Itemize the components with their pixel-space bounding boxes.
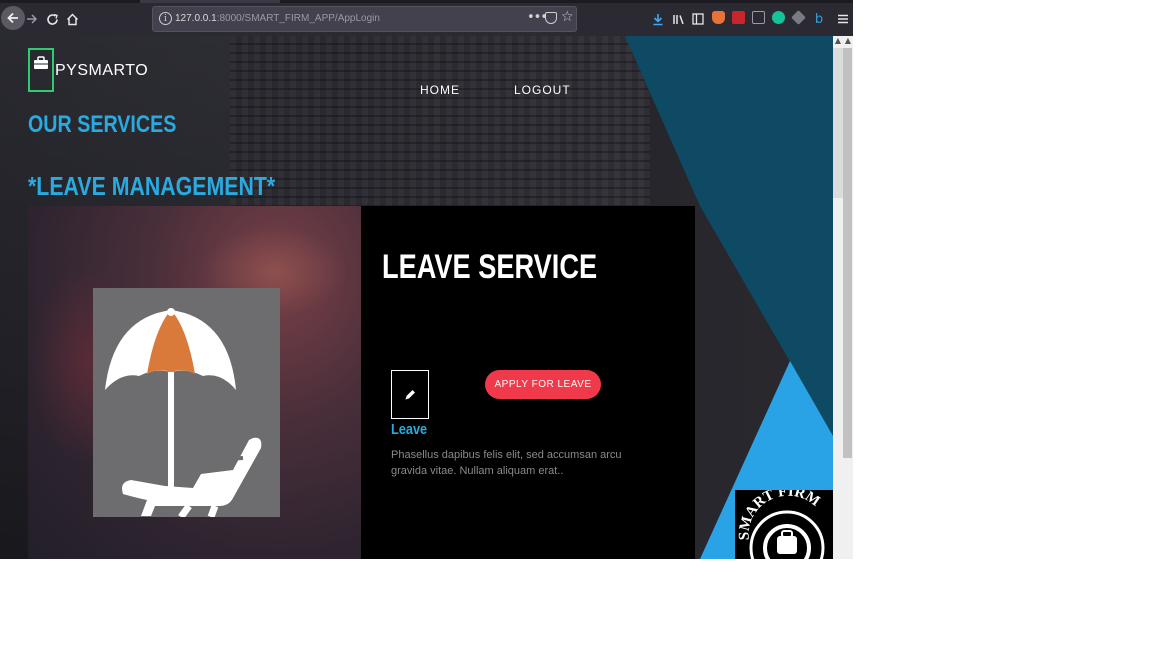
browser-window: i 127.0.0.1:8000/SMART_FIRM_APP/AppLogin… <box>0 0 853 559</box>
smart-firm-logo-text: SMART FIRM <box>737 490 823 540</box>
address-bar[interactable]: i 127.0.0.1:8000/SMART_FIRM_APP/AppLogin… <box>152 6 577 32</box>
extension-shield-icon[interactable] <box>712 11 725 24</box>
vertical-scrollbar[interactable]: ▲ ▲ <box>833 36 853 559</box>
pencil-icon <box>391 370 429 419</box>
tab-strip <box>0 0 853 3</box>
scrollbar-thumb[interactable] <box>843 48 852 458</box>
extension-diamond-icon[interactable] <box>791 10 806 25</box>
library-icon[interactable] <box>667 8 689 30</box>
nav-home-link[interactable]: HOME <box>420 83 460 97</box>
leave-item-description: Phasellus dapibus felis elit, sed accums… <box>391 449 622 477</box>
service-image-panel <box>28 206 361 559</box>
reload-icon[interactable] <box>41 8 63 30</box>
service-card-title: LEAVE SERVICE <box>382 248 598 286</box>
leave-service-card: LEAVE SERVICE APPLY FOR LEAVE Leave Phas… <box>361 206 695 559</box>
apply-for-leave-button[interactable]: APPLY FOR LEAVE <box>485 370 601 399</box>
leave-item-label: Leave <box>391 421 428 438</box>
briefcase-icon <box>28 48 54 92</box>
site-logo[interactable]: PYSMARTO <box>28 48 148 92</box>
extension-abp-icon[interactable] <box>732 11 745 24</box>
brand-name: PYSMARTO <box>55 62 149 79</box>
menu-icon[interactable] <box>832 8 853 30</box>
nav-logout-link[interactable]: LOGOUT <box>514 83 571 97</box>
pocket-icon[interactable] <box>545 12 557 24</box>
download-icon[interactable] <box>647 8 669 30</box>
extension-box-icon[interactable] <box>752 11 765 24</box>
section-heading: *LEAVE MANAGEMENT* <box>28 171 276 201</box>
scroll-up-arrow-icon[interactable]: ▲ <box>843 36 853 48</box>
site-info-icon[interactable]: i <box>159 12 172 25</box>
smart-firm-logo: SMART FIRM <box>735 490 833 559</box>
services-heading: OUR SERVICES <box>28 111 177 138</box>
extension-bing-icon[interactable]: b <box>808 8 830 30</box>
page-viewport: PYSMARTO HOME LOGOUT OUR SERVICES *LEAVE… <box>0 36 833 559</box>
url-text[interactable]: 127.0.0.1:8000/SMART_FIRM_APP/AppLogin <box>175 13 380 24</box>
bookmark-star-icon[interactable]: ☆ <box>561 9 574 25</box>
sidebar-icon[interactable] <box>687 8 709 30</box>
page-actions-icon[interactable]: ••• <box>527 10 548 25</box>
extension-grammarly-icon[interactable] <box>772 11 785 24</box>
forward-icon[interactable] <box>21 8 43 30</box>
beach-umbrella-lounger-icon <box>93 288 280 520</box>
browser-toolbar: i 127.0.0.1:8000/SMART_FIRM_APP/AppLogin… <box>0 0 853 36</box>
scroll-up-arrow-icon[interactable]: ▲ <box>833 36 843 48</box>
scrollbar-track[interactable] <box>833 48 843 198</box>
active-tab-marker[interactable] <box>140 0 280 3</box>
home-icon[interactable] <box>61 8 83 30</box>
